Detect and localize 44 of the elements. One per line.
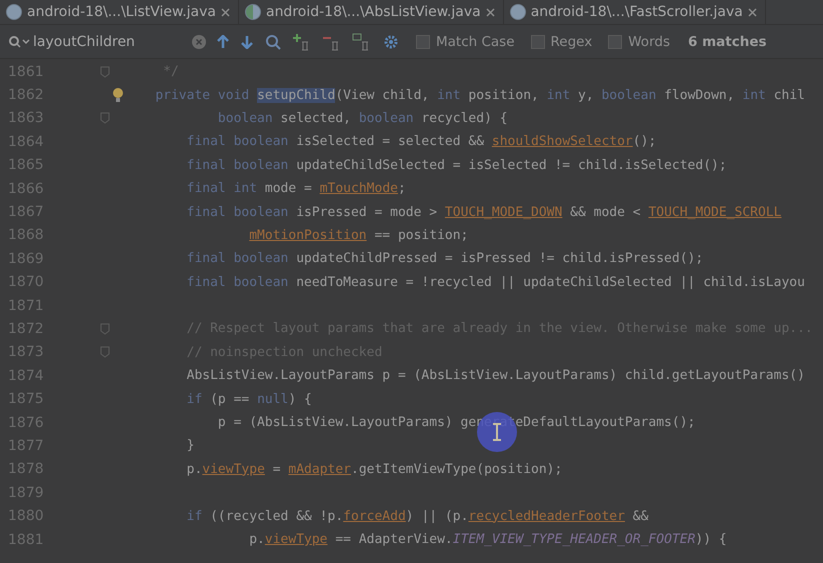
code-line: final boolean updateChildSelected = isSelected != child.isSelected(); bbox=[186, 158, 728, 173]
class-icon bbox=[6, 4, 22, 20]
code-line: p.viewType == AdapterView.ITEM_VIEW_TYPE_HEADER_OR_FOOTER)) { bbox=[248, 532, 728, 547]
code-line: final boolean isSelected = selected && shouldShowSelector(); bbox=[186, 134, 658, 150]
code-line: private void setupChild(View child, int position, int y, boolean flowDown, int chil bbox=[154, 88, 806, 103]
match-count: 6 matches bbox=[688, 34, 767, 50]
option-checkbox[interactable]: Words bbox=[608, 34, 670, 50]
code-line: final boolean updateChildPressed = isPressed != child.isPressed(); bbox=[186, 251, 704, 266]
lightbulb-icon[interactable] bbox=[112, 87, 124, 104]
fold-icon[interactable] bbox=[100, 322, 110, 335]
code-line: final boolean isPressed = mode > TOUCH_MODE_DOWN && mode < TOUCH_MODE_SCROLL bbox=[186, 204, 782, 220]
class-icon bbox=[510, 4, 526, 20]
code-line: } bbox=[186, 438, 196, 454]
option-checkbox[interactable]: Match Case bbox=[416, 34, 515, 50]
file-tab[interactable]: android-18\...\FastScroller.java bbox=[504, 0, 766, 24]
code-line: mMotionPosition == position; bbox=[248, 228, 470, 243]
code-line: AbsListView.LayoutParams p = (AbsListView.LayoutParams) child.getLayoutParams() bbox=[186, 368, 806, 384]
clear-icon[interactable] bbox=[192, 34, 206, 48]
code-line: boolean selected, boolean recycled) { bbox=[216, 110, 509, 126]
code-line: if (p == null) { bbox=[186, 392, 313, 407]
fold-icon[interactable] bbox=[100, 112, 110, 124]
arrow-down-icon[interactable] bbox=[240, 34, 254, 48]
code-line: final boolean needToMeasure = !recycled || updateChildSelected || child.isLayou bbox=[186, 274, 806, 290]
tab-label: android-18\...\ListView.java bbox=[27, 4, 216, 20]
fold-icon[interactable] bbox=[100, 66, 110, 78]
class-icon bbox=[244, 4, 261, 20]
close-icon[interactable] bbox=[748, 8, 757, 16]
arrow-up-icon[interactable] bbox=[216, 34, 230, 48]
code-line: p.viewType = mAdapter.getItemViewType(position); bbox=[186, 462, 564, 477]
close-icon[interactable] bbox=[220, 8, 230, 16]
search-icon bbox=[8, 34, 30, 48]
option-checkbox[interactable]: Regex bbox=[530, 34, 592, 50]
settings-icon[interactable] bbox=[382, 32, 400, 50]
code-line: if ((recycled && !p.forceAdd) || (p.recycledHeaderFooter && bbox=[186, 508, 650, 524]
file-tab[interactable]: android-18\...\ListView.java bbox=[0, 0, 239, 24]
tab-label: android-18\...\AbsListView.java bbox=[266, 4, 481, 20]
fold-icon[interactable] bbox=[100, 346, 110, 358]
code-line: final int mode = mTouchMode; bbox=[186, 181, 407, 196]
code-line: */ bbox=[162, 64, 180, 80]
tab-label: android-18\...\FastScroller.java bbox=[530, 4, 743, 20]
file-tab[interactable]: android-18\...\AbsListView.java bbox=[238, 0, 504, 24]
find-icon[interactable] bbox=[264, 32, 282, 50]
search-field[interactable]: layoutChildren bbox=[8, 30, 206, 52]
close-icon[interactable] bbox=[486, 8, 495, 16]
